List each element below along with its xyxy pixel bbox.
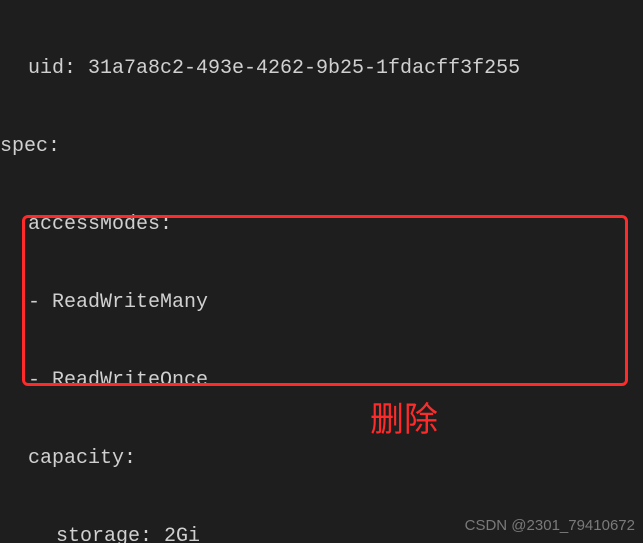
yaml-line-accessmodes: accessModes:: [0, 212, 643, 238]
annotation-delete: 删除: [370, 408, 438, 434]
yaml-line-capacity: capacity:: [0, 446, 643, 472]
yaml-line-uid: uid: 31a7a8c2-493e-4262-9b25-1fdacff3f25…: [0, 56, 643, 82]
yaml-line-rwmany: - ReadWriteMany: [0, 290, 643, 316]
yaml-line-rwonce: - ReadWriteOnce: [0, 368, 643, 394]
yaml-line-spec: spec:: [0, 134, 643, 160]
watermark-text: CSDN @2301_79410672: [465, 513, 635, 539]
terminal-output: uid: 31a7a8c2-493e-4262-9b25-1fdacff3f25…: [0, 0, 643, 543]
